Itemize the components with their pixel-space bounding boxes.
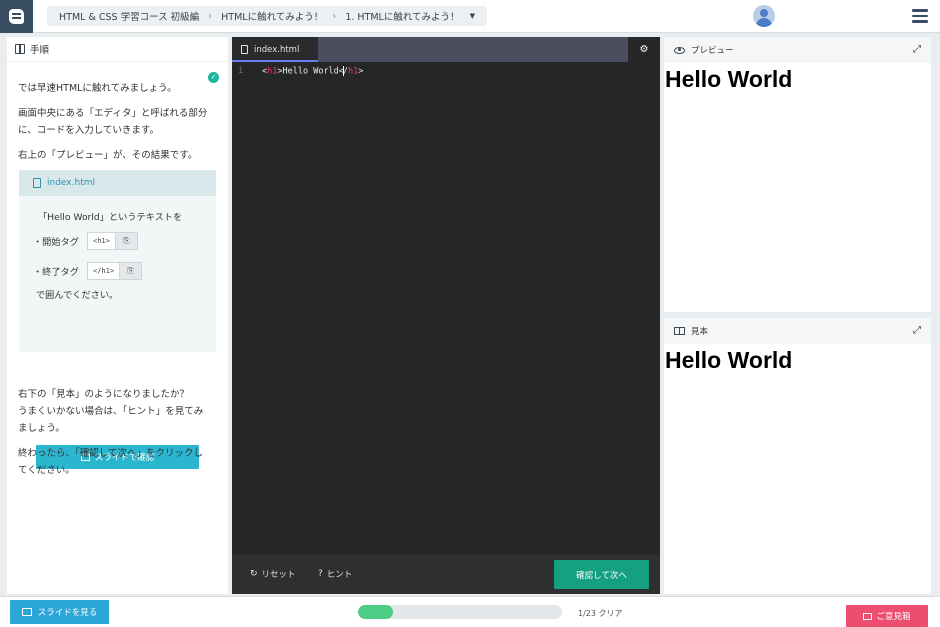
chevron-right-icon: › — [332, 10, 337, 22]
breadcrumb-item-chapter[interactable]: HTMLに触れてみよう！ — [221, 9, 323, 23]
instruction-text: うまくいかない場合は、「ヒント」を見てみ — [18, 406, 204, 417]
instructions-panel: 手順 ✓ では早速HTMLに触れてみましょう。 画面中央にある「エディタ」と呼ば… — [7, 37, 228, 594]
reset-button[interactable]: ↻ リセット — [250, 568, 296, 580]
instruction-text: 右下の「見本」のようになりましたか？ — [18, 389, 190, 400]
slide-icon — [21, 608, 32, 616]
instructions-header: 手順 — [7, 37, 228, 62]
code-editor: index.html ⚙ 1 <h1>Hello World</h1> ↻ リセ… — [232, 37, 660, 594]
editor-tab-label: index.html — [254, 44, 300, 55]
task-text: 「Hello World」というテキストを — [38, 212, 183, 223]
instruction-text: ましょう。 — [18, 423, 65, 434]
task-card: index.html 「Hello World」というテキストを ・開始タグ <… — [19, 170, 216, 469]
task-card-filename: index.html — [47, 178, 95, 188]
code-tag-name: h1 — [267, 66, 278, 77]
progress-fill — [358, 605, 393, 619]
view-slides-label: スライドを見る — [37, 608, 98, 618]
avatar[interactable] — [753, 5, 775, 27]
model-title: 見本 — [691, 327, 709, 337]
confirm-next-button[interactable]: 確認して次へ — [554, 560, 649, 589]
preview-header: プレビュー ⤢ — [664, 37, 931, 63]
editor-footer: ↻ リセット ? ヒント 確認して次へ — [232, 554, 660, 594]
line-number: 1 — [238, 66, 244, 76]
hint-button[interactable]: ? ヒント — [318, 568, 352, 580]
expand-icon[interactable]: ⤢ — [913, 325, 921, 336]
start-tag-label: ・開始タグ — [33, 237, 79, 248]
breadcrumb: HTML & CSS 学習コース 初級編 › HTMLに触れてみよう！ › 1.… — [47, 6, 487, 26]
copy-icon[interactable]: ⎘ — [119, 263, 142, 279]
mail-icon — [863, 612, 873, 620]
end-tag-label: ・終了タグ — [33, 267, 79, 278]
file-icon — [241, 45, 248, 54]
view-slides-button[interactable]: スライドを見る — [10, 600, 109, 624]
open-book-icon — [674, 327, 685, 335]
breadcrumb-item-lesson[interactable]: 1. HTMLに触れてみよう！ — [345, 9, 459, 23]
instruction-text: 画面中央にある「エディタ」と呼ばれる部分 — [18, 108, 208, 119]
top-header: HTML & CSS 学習コース 初級編 › HTMLに触れてみよう！ › 1.… — [0, 0, 940, 33]
confirm-next-label: 確認して次へ — [576, 570, 627, 581]
end-tag-box: </h1> ⎘ — [87, 262, 143, 280]
code-token: > — [358, 66, 364, 77]
model-header: 見本 ⤢ — [664, 318, 931, 344]
gear-icon[interactable]: ⚙ — [628, 37, 660, 62]
caret-down-icon[interactable]: ▼ — [470, 12, 475, 20]
instruction-text: では早速HTMLに触れてみましょう。 — [18, 83, 177, 94]
instruction-text: 右上の「プレビュー」が、その結果です。 — [18, 150, 198, 161]
instruction-text: 終わったら、「確認して次へ」をクリックし — [18, 448, 203, 459]
hamburger-menu-icon[interactable] — [912, 9, 928, 23]
editor-tab-index-html[interactable]: index.html — [232, 37, 318, 62]
breadcrumb-item-course[interactable]: HTML & CSS 学習コース 初級編 — [59, 9, 199, 23]
preview-title: プレビュー — [691, 46, 734, 56]
book-icon — [15, 44, 25, 54]
model-h1: Hello World — [665, 347, 793, 373]
feedback-label: ご意見箱 — [876, 612, 911, 622]
task-text: で囲んでください。 — [36, 290, 119, 301]
instruction-text: に、コードを入力していきます。 — [18, 125, 159, 136]
logo-icon[interactable] — [0, 0, 33, 33]
eye-icon — [674, 46, 685, 54]
preview-h1: Hello World — [665, 66, 793, 92]
code-tag-name: h1 — [348, 66, 359, 77]
question-icon: ? — [318, 569, 323, 579]
reset-icon: ↻ — [250, 569, 258, 579]
code-text: Hello World — [282, 66, 339, 77]
model-panel: 見本 ⤢ Hello World — [664, 318, 931, 594]
instructions-title: 手順 — [30, 45, 50, 56]
bottom-bar: スライドを見る 1/23 クリア ご意見箱 — [0, 596, 940, 627]
expand-icon[interactable]: ⤢ — [913, 44, 921, 55]
code-line[interactable]: <h1>Hello World</h1> — [262, 66, 363, 77]
copy-icon[interactable]: ⎘ — [114, 233, 137, 249]
file-icon — [33, 178, 41, 188]
chevron-right-icon: › — [208, 10, 213, 22]
progress-label: 1/23 クリア — [578, 609, 623, 618]
start-tag-box: <h1> ⎘ — [87, 232, 138, 250]
progress-bar — [358, 605, 562, 619]
code-input-area[interactable]: 1 <h1>Hello World</h1> — [232, 62, 660, 554]
reset-label: リセット — [261, 570, 296, 580]
feedback-button[interactable]: ご意見箱 — [846, 605, 928, 627]
start-tag-code: <h1> — [93, 237, 110, 245]
preview-panel: プレビュー ⤢ Hello World — [664, 37, 931, 312]
hint-label: ヒント — [326, 570, 353, 580]
task-card-header: index.html — [19, 170, 216, 196]
end-tag-code: </h1> — [93, 267, 115, 275]
editor-tab-bar: index.html ⚙ — [232, 37, 660, 62]
instruction-text: てください。 — [18, 465, 75, 476]
